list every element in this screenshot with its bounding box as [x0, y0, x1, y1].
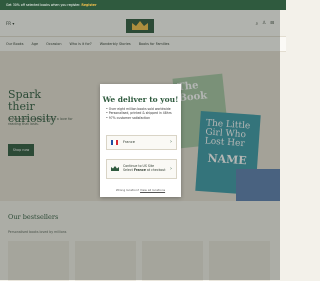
footer-text: Wrong location?: [115, 188, 141, 192]
modal-title: We deliver to you!: [102, 95, 179, 104]
select-france-button[interactable]: France ›: [106, 135, 177, 150]
benefit-item: • 97% customer satisfaction: [106, 115, 151, 120]
france-flag-icon: [111, 140, 118, 145]
chevron-right-icon: ›: [170, 139, 172, 145]
view-all-locations-link[interactable]: View all locations: [140, 188, 165, 192]
modal-footer: Wrong location? View all locations: [100, 188, 181, 192]
continue-us-site-button[interactable]: Continue to US Site Select France at che…: [106, 159, 177, 179]
us-option-note: Select France at checkout: [123, 167, 166, 172]
promo-register-link[interactable]: Register: [81, 3, 96, 7]
location-modal: We deliver to you! • Over eight million …: [100, 84, 181, 197]
modal-benefits: • Over eight million books sold worldwid…: [106, 107, 178, 120]
france-label: France: [123, 140, 135, 144]
crown-icon: [111, 166, 119, 171]
us-option-text: Continue to US Site Select France at che…: [123, 164, 166, 173]
chevron-right-icon: ›: [170, 166, 172, 172]
benefit-item: • Personalised, printed & shipped in 48h…: [106, 111, 172, 116]
promo-text: Get 30% off selected books when you regi…: [6, 3, 81, 7]
promo-banner[interactable]: Get 30% off selected books when you regi…: [0, 0, 286, 10]
